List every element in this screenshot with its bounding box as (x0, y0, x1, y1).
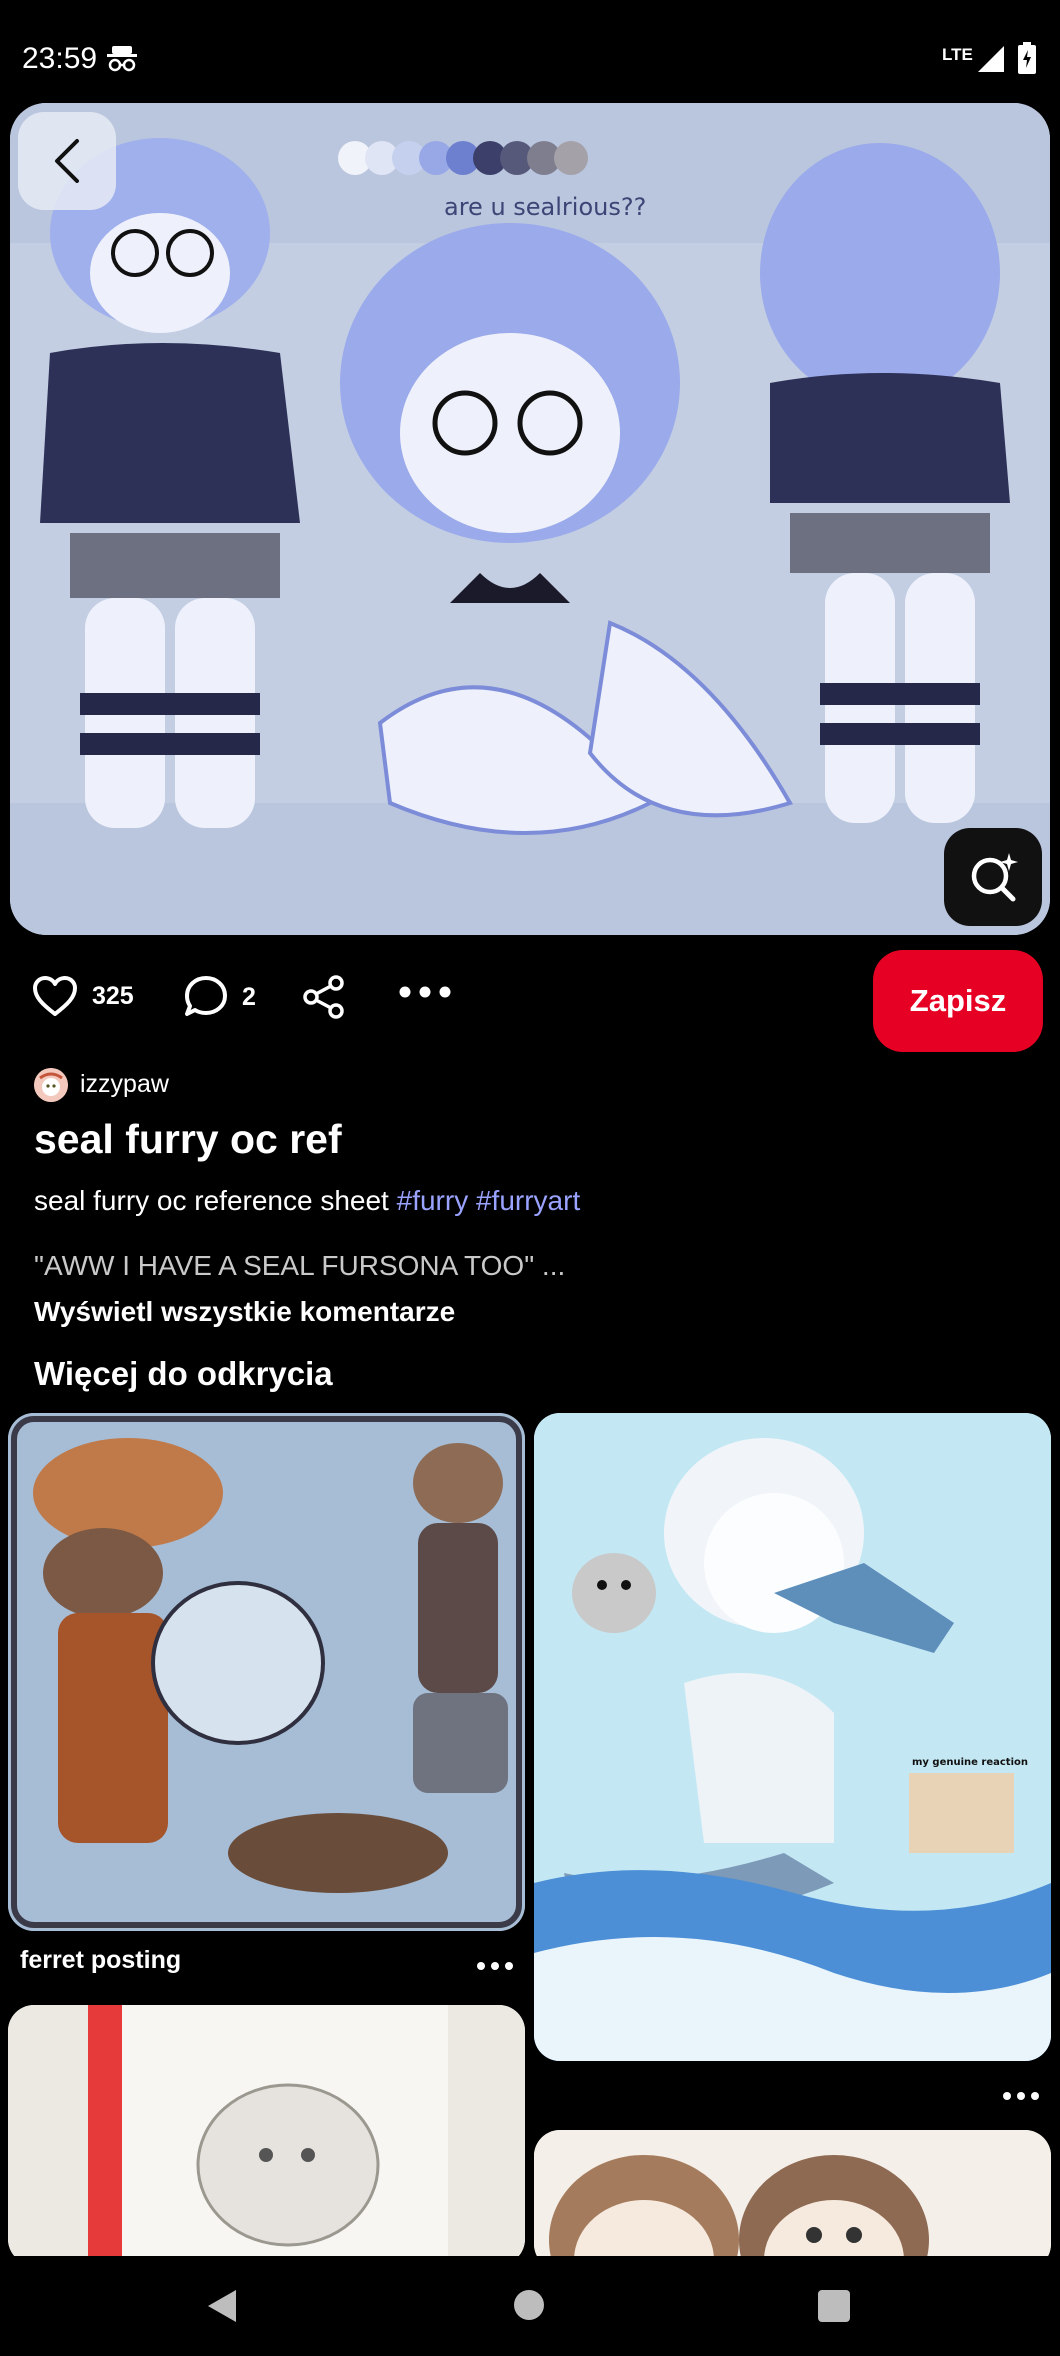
deer-sketch-illustration (534, 2130, 1051, 2270)
ellipsis-icon (1003, 2092, 1039, 2100)
nav-home-icon[interactable] (514, 2290, 544, 2320)
card-more-options-button[interactable] (476, 1946, 514, 1978)
back-button[interactable] (18, 112, 116, 210)
share-icon (303, 975, 344, 1019)
author-name[interactable]: izzypaw (80, 1070, 169, 1099)
pin-card-book[interactable] (8, 2005, 525, 2265)
ellipsis-icon (477, 1962, 513, 1970)
nav-back-icon[interactable] (204, 2288, 238, 2324)
seal-character-ref-illustration: are u sealrious?? (10, 103, 1050, 935)
chevron-left-icon (55, 139, 79, 183)
like-button[interactable]: 325 (32, 975, 134, 1017)
signal-icon (978, 46, 1004, 72)
pin-card-seal-girl[interactable]: my genuine reaction (534, 1413, 1051, 2061)
color-palette (338, 141, 588, 175)
pin-description: seal furry oc reference sheet #furry #fu… (34, 1185, 580, 1217)
art-book-illustration (8, 2005, 525, 2265)
comment-count: 2 (242, 982, 256, 1011)
lens-sparkle-icon (971, 853, 1018, 902)
ferret-ref-illustration (8, 1413, 525, 1931)
ellipsis-icon (399, 986, 451, 998)
image-caption: are u sealrious?? (444, 193, 646, 221)
visual-search-button[interactable] (944, 828, 1042, 926)
pin-image[interactable]: are u sealrious?? (10, 103, 1050, 935)
pin-title: seal furry oc ref (34, 1116, 342, 1162)
author-avatar[interactable] (34, 1068, 68, 1102)
hashtag-furry[interactable]: #furry (397, 1185, 469, 1216)
battery-icon (1018, 42, 1036, 74)
meme-caption: my genuine reaction (912, 1757, 1028, 1768)
view-all-comments-link[interactable]: Wyświetl wszystkie komentarze (34, 1296, 455, 1328)
share-button[interactable] (302, 975, 346, 1024)
network-type: LTE (942, 45, 973, 64)
description-text: seal furry oc reference sheet (34, 1185, 397, 1216)
incognito-icon (107, 46, 137, 72)
comment-bubble-icon (185, 976, 227, 1016)
comment-button[interactable]: 2 (184, 975, 256, 1019)
card-more-options-button[interactable] (1002, 2076, 1040, 2108)
status-time: 23:59 (22, 42, 98, 75)
nav-recents-icon[interactable] (818, 2290, 850, 2322)
pin-card-ferret[interactable] (8, 1413, 525, 1931)
pin-card-deer[interactable] (534, 2130, 1051, 2270)
more-to-explore-heading: Więcej do odkrycia (34, 1355, 333, 1392)
avatar-image (34, 1068, 68, 1102)
like-count: 325 (92, 981, 134, 1010)
hashtag-furryart[interactable]: #furryart (476, 1185, 580, 1216)
pin-card-caption[interactable]: ferret posting (20, 1946, 181, 1975)
comment-preview[interactable]: "AWW I HAVE A SEAL FURSONA TOO" ... (34, 1250, 565, 1282)
save-button[interactable]: Zapisz (873, 950, 1043, 1052)
more-options-button[interactable] (398, 985, 452, 1004)
heart-icon (33, 976, 77, 1016)
seal-girl-illustration: my genuine reaction (534, 1413, 1051, 2061)
